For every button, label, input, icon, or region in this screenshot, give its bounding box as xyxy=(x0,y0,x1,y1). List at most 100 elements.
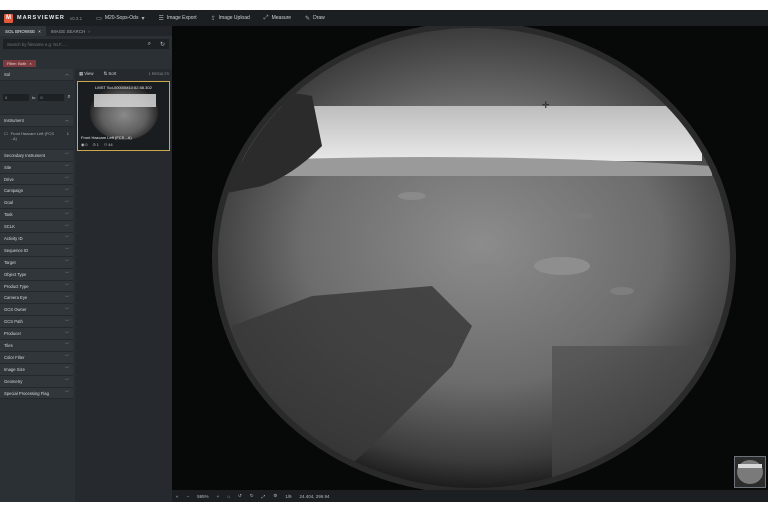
tab-sol-browse[interactable]: SOL BROWSE × xyxy=(0,26,46,36)
image-upload-button[interactable]: ⇪ Image Upload xyxy=(211,15,250,22)
filter-label: Task xyxy=(4,212,13,218)
top-bar: M MARSVIEWER v0.3.1 ▭ M20-Sops-Ods ▾ ☰ I… xyxy=(0,10,768,26)
chevron-down-icon: ﹀ xyxy=(65,152,69,158)
sol-to-input[interactable]: 0 xyxy=(38,93,65,101)
filter-label: Target xyxy=(4,259,16,265)
chevron-down-icon: ﹀ xyxy=(65,342,69,348)
filter-special-processing-flag[interactable]: Special Processing Flag ﹀ xyxy=(0,387,73,400)
settings-icon[interactable]: ⚙ xyxy=(273,493,277,499)
search-placeholder: Search by filename e.g. NLF..... xyxy=(7,41,67,47)
checkbox-icon[interactable]: ☐ xyxy=(4,131,8,141)
home-icon[interactable]: ⌂ xyxy=(227,494,230,499)
chevron-down-icon: ﹀ xyxy=(65,211,69,217)
measure-button[interactable]: ⤢ Measure xyxy=(264,15,291,22)
meta-2: 1 xyxy=(96,143,99,147)
filter-camera-eye[interactable]: Camera Eye ﹀ xyxy=(0,292,73,305)
filter-list: Secondary Instrument ﹀ Site ﹀ Drive ﹀ Campaign… xyxy=(0,149,73,400)
filter-target[interactable]: Target ﹀ xyxy=(0,256,73,269)
draw-button[interactable]: ✎ Draw xyxy=(305,15,325,22)
filter-campaign[interactable]: Campaign ﹀ xyxy=(0,185,73,198)
search-icon[interactable]: ⌕ xyxy=(148,41,151,48)
camera-icon: ◉ 0 xyxy=(81,143,88,147)
chevron-down-icon: ﹀ xyxy=(65,187,69,193)
list-icon: ☰ xyxy=(158,15,164,22)
filter-chip[interactable]: Filter: Both × xyxy=(3,60,36,67)
result-card-title: LMST Sol-00000M10:52:58.302 xyxy=(95,85,152,90)
image-viewer[interactable]: ✛ xyxy=(172,26,768,490)
crosshair-icon: ✛ xyxy=(542,101,550,111)
filter-gcs-owner[interactable]: GCS Owner ﹀ xyxy=(0,304,73,317)
instrument-option[interactable]: ☐ Front Hazcam Left (FCS - A) xyxy=(4,131,55,141)
filter-instrument-header[interactable]: Instrument ︿ xyxy=(0,114,73,127)
zoom-out-icon[interactable]: − xyxy=(187,494,190,499)
filter-label: Product Type xyxy=(4,283,29,289)
chip-close-icon[interactable]: × xyxy=(29,61,31,66)
filter-geometry[interactable]: Geometry ﹀ xyxy=(0,375,73,388)
filter-label: Color Filter xyxy=(4,354,25,360)
view-button[interactable]: ▦ View xyxy=(79,71,94,77)
filter-label: Campaign xyxy=(4,188,24,194)
filter-label: Producer xyxy=(4,331,21,337)
meta-1: 0 xyxy=(85,143,88,147)
measure-label: Measure xyxy=(271,15,292,21)
filter-site[interactable]: Site ﹀ xyxy=(0,161,73,174)
filter-color-filter[interactable]: Color Filter ﹀ xyxy=(0,351,73,364)
filter-drive[interactable]: Drive ﹀ xyxy=(0,173,73,186)
tab-image-search[interactable]: IMAGE SEARCH › xyxy=(46,26,95,36)
image-export-label: Image Export xyxy=(166,15,197,21)
filter-product-type[interactable]: Product Type ﹀ xyxy=(0,280,73,293)
minimap[interactable] xyxy=(734,456,766,488)
chevron-down-icon: ﹀ xyxy=(65,283,69,289)
rotate-right-icon[interactable]: ↻ xyxy=(250,493,254,499)
chevron-down-icon: ﹀ xyxy=(65,330,69,336)
filter-sol-header[interactable]: Sol ︿ xyxy=(0,69,73,81)
chevron-down-icon: ﹀ xyxy=(65,259,69,265)
close-icon[interactable]: × xyxy=(38,29,41,34)
chevron-down-icon: ﹀ xyxy=(65,354,69,360)
filter-image-size[interactable]: Image Size ﹀ xyxy=(0,363,73,376)
filter-secondary-instrument[interactable]: Secondary Instrument ﹀ xyxy=(0,149,73,162)
user-icon: ⚇ 44 xyxy=(103,143,113,147)
chevron-up-icon: ︿ xyxy=(65,117,69,123)
filter-goal[interactable]: Goal ﹀ xyxy=(0,197,73,210)
chevron-up-icon: ︿ xyxy=(65,71,69,77)
fullscreen-icon[interactable]: ⤢ xyxy=(262,494,266,499)
draw-label: Draw xyxy=(313,15,325,21)
chevron-down-icon: ﹀ xyxy=(65,271,69,277)
sidebar-tabs: SOL BROWSE × IMAGE SEARCH › xyxy=(0,26,172,36)
filter-tiles[interactable]: Tiles ﹀ xyxy=(0,340,73,352)
result-card-caption: Front Hazcam Left (FCS - A) xyxy=(81,135,132,140)
page-indicator: 1/9 xyxy=(285,493,292,499)
upload-icon: ⇪ xyxy=(210,15,216,22)
sol-search-icon[interactable]: ⌕ xyxy=(67,94,70,101)
filter-object-type[interactable]: Object Type ﹀ xyxy=(0,268,73,281)
collapse-icon[interactable]: « xyxy=(176,494,179,499)
pin-icon: ⊙ 1 xyxy=(92,143,99,147)
rotate-left-icon[interactable]: ↺ xyxy=(238,493,242,499)
measure-icon: ⤢ xyxy=(263,14,269,21)
dataset-selector[interactable]: ▭ M20-Sops-Ods ▾ xyxy=(96,15,144,22)
chevron-down-icon: ▾ xyxy=(141,15,145,22)
viewer-toolbar: « − 595% + ⌂ ↺ ↻ ⤢ ⚙ 1/9 24.404, 296.94 xyxy=(172,490,768,502)
dataset-label: M20-Sops-Ods xyxy=(104,15,139,21)
image-export-button[interactable]: ☰ Image Export xyxy=(158,15,196,22)
chevron-down-icon: ﹀ xyxy=(65,390,69,396)
result-card[interactable]: LMST Sol-00000M10:52:58.302 Front Hazcam… xyxy=(77,81,170,151)
filter-sclk[interactable]: SCLK ﹀ xyxy=(0,221,73,234)
filter-task[interactable]: Task ﹀ xyxy=(0,209,73,222)
chevron-down-icon: ﹀ xyxy=(65,176,69,181)
filter-sequence-id[interactable]: Sequence ID ﹀ xyxy=(0,244,73,257)
results-count: 1 RESULTS xyxy=(148,72,169,76)
filter-gcs-path[interactable]: GCS Path ﹀ xyxy=(0,316,73,329)
app-window: M MARSVIEWER v0.3.1 ▭ M20-Sops-Ods ▾ ☰ I… xyxy=(0,10,768,502)
search-input[interactable]: Search by filename e.g. NLF..... ⌕ ↻ xyxy=(3,39,169,49)
refresh-icon[interactable]: ↻ xyxy=(160,41,165,48)
filter-activity-id[interactable]: Activity ID ﹀ xyxy=(0,233,73,245)
sol-from-input[interactable]: 0 xyxy=(3,93,29,101)
sort-button[interactable]: ⇅ Sort xyxy=(104,71,117,77)
filter-producer[interactable]: Producer ﹀ xyxy=(0,328,73,341)
filter-label: Special Processing Flag xyxy=(4,390,49,396)
app-version: v0.3.1 xyxy=(69,15,83,21)
filter-label: Sequence ID xyxy=(4,247,29,253)
zoom-in-icon[interactable]: + xyxy=(217,494,220,499)
